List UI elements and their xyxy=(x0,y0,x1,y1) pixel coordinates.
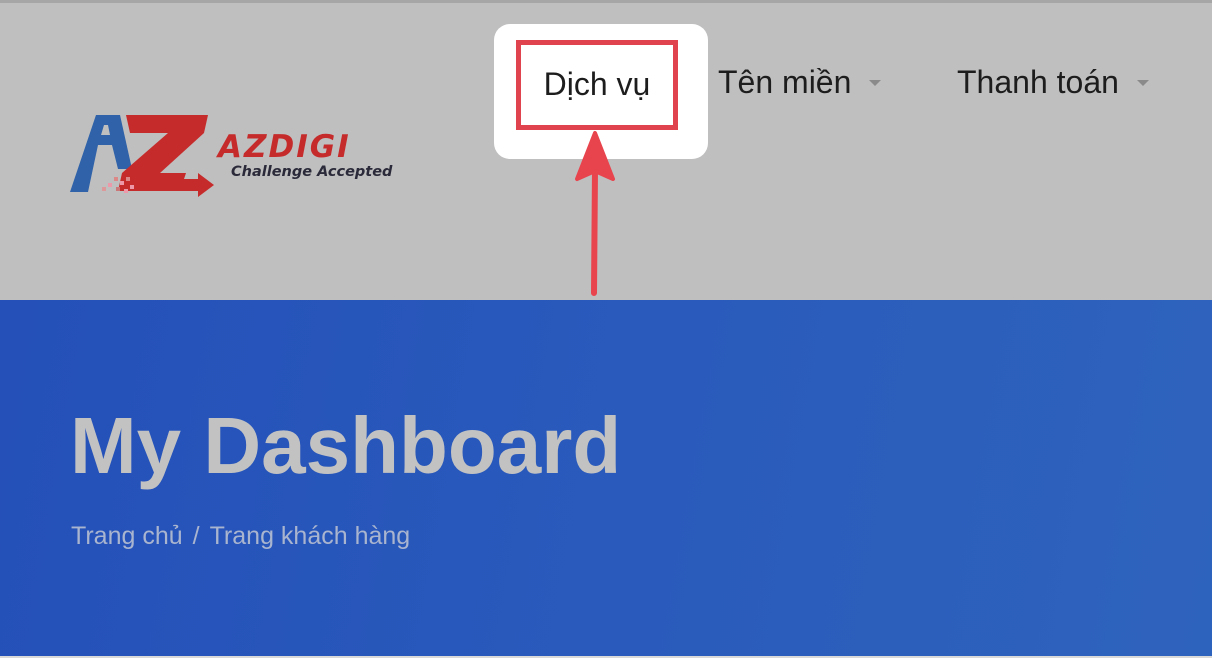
site-header: AZDIGI Challenge Accepted Dịch vụ Tên mi… xyxy=(0,3,1212,300)
nav-item-ten-mien[interactable]: Tên miền xyxy=(718,57,882,107)
nav-item-dich-vu[interactable]: Dịch vụ xyxy=(516,40,678,130)
logo-brand-text: AZDIGI xyxy=(218,129,351,165)
page-title: My Dashboard xyxy=(70,401,622,490)
nav-item-thanh-toan[interactable]: Thanh toán xyxy=(957,57,1149,107)
nav-item-label: Tên miền xyxy=(718,64,852,100)
up-arrow-icon xyxy=(575,131,615,296)
breadcrumb-separator: / xyxy=(192,522,200,550)
caret-down-icon xyxy=(1136,79,1149,86)
az-logo-mark-icon xyxy=(70,115,214,197)
nav-item-label: Thanh toán xyxy=(957,64,1119,100)
dashboard-hero: My Dashboard Trang chủ / Trang khách hàng xyxy=(0,300,1212,656)
site-logo[interactable]: AZDIGI Challenge Accepted xyxy=(68,107,420,199)
breadcrumb-home-link[interactable]: Trang chủ xyxy=(71,522,183,550)
caret-down-icon xyxy=(869,79,882,86)
breadcrumb-current: Trang khách hàng xyxy=(209,522,411,550)
nav-item-label: Dịch vụ xyxy=(543,66,651,102)
logo-tagline: Challenge Accepted xyxy=(231,164,393,180)
breadcrumb: Trang chủ / Trang khách hàng xyxy=(71,522,410,551)
